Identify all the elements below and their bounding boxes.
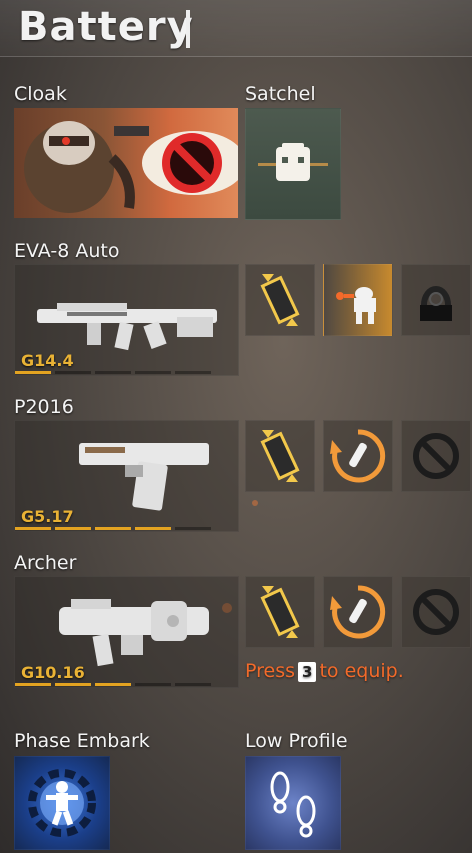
level-bar: [95, 683, 131, 686]
weapon-name: P2016: [14, 396, 74, 418]
p2016-pistol-icon: [79, 443, 209, 511]
hopup-attachment-slot[interactable]: [323, 420, 393, 492]
weapon-level-bars: [15, 683, 211, 686]
level-bar: [15, 527, 51, 530]
weapon-name: EVA-8 Auto: [14, 240, 120, 262]
shatter-caps-icon: [336, 287, 376, 324]
mag-attachment-slot[interactable]: [245, 264, 315, 336]
level-bar: [175, 371, 211, 374]
hint-suffix: to equip.: [319, 660, 404, 682]
eva8-shotgun-icon: [37, 303, 217, 351]
level-bar: [175, 683, 211, 686]
footprints-icon: [270, 771, 316, 838]
weapon-name: Archer: [14, 552, 77, 574]
passive-label: Phase Embark: [14, 730, 150, 752]
hopup-attachment-slot[interactable]: [323, 576, 393, 648]
bolt-icon: [420, 286, 452, 321]
level-bar: [135, 371, 171, 374]
level-bar: [175, 527, 211, 530]
extended-mag-icon: [260, 430, 300, 482]
equip-hint: Press 3 to equip.: [245, 660, 404, 682]
level-bar: [55, 527, 91, 530]
satchel-item-slot[interactable]: [245, 108, 341, 220]
archer-launcher-icon: [59, 599, 209, 667]
weapon-tier: G10.16: [21, 663, 85, 682]
weapon-slot-eva8[interactable]: G14.4: [14, 264, 239, 376]
weapon-slot-archer[interactable]: G10.16: [14, 576, 239, 688]
empty-attachment-slot[interactable]: [401, 576, 471, 648]
ember-glow: [252, 500, 258, 506]
phase-embark-ability-slot[interactable]: [14, 756, 110, 850]
page-title: Battery: [18, 4, 194, 50]
level-bar: [95, 371, 131, 374]
mag-attachment-slot[interactable]: [245, 576, 315, 648]
cloak-art: [24, 121, 238, 213]
level-bar: [55, 371, 91, 374]
keybind-badge: 3: [298, 662, 317, 682]
satchel-icon: [258, 143, 328, 181]
extended-mag-icon: [260, 274, 300, 326]
weapon-level-bars: [15, 371, 211, 374]
extended-mag-icon: [260, 586, 300, 638]
cloak-ability-card[interactable]: [14, 108, 238, 218]
empty-attachment-slot[interactable]: [401, 420, 471, 492]
text-cursor: [186, 10, 190, 48]
mag-attachment-slot[interactable]: [245, 420, 315, 492]
header-bar: Battery: [0, 0, 472, 57]
hint-prefix: Press: [245, 660, 296, 682]
level-bar: [55, 683, 91, 686]
prohibited-icon: [413, 589, 459, 635]
reload-bullet-icon: [330, 585, 386, 639]
weapon-slot-p2016[interactable]: G5.17: [14, 420, 239, 532]
level-bar: [15, 371, 51, 374]
perk-label: Low Profile: [245, 730, 348, 752]
level-bar: [15, 683, 51, 686]
prohibited-icon: [413, 433, 459, 479]
tactical-label: Cloak: [14, 83, 67, 105]
stock-attachment-slot[interactable]: [401, 264, 471, 336]
level-bar: [135, 527, 171, 530]
hopup-attachment-slot[interactable]: [323, 264, 393, 336]
reload-bullet-icon: [330, 429, 386, 483]
ultimate-label: Satchel: [245, 83, 316, 105]
level-bar: [135, 683, 171, 686]
weapon-tier: G14.4: [21, 351, 74, 370]
low-profile-perk-slot[interactable]: [245, 756, 341, 850]
phase-embark-icon: [28, 769, 96, 837]
level-bar: [95, 527, 131, 530]
weapon-tier: G5.17: [21, 507, 74, 526]
weapon-level-bars: [15, 527, 211, 530]
